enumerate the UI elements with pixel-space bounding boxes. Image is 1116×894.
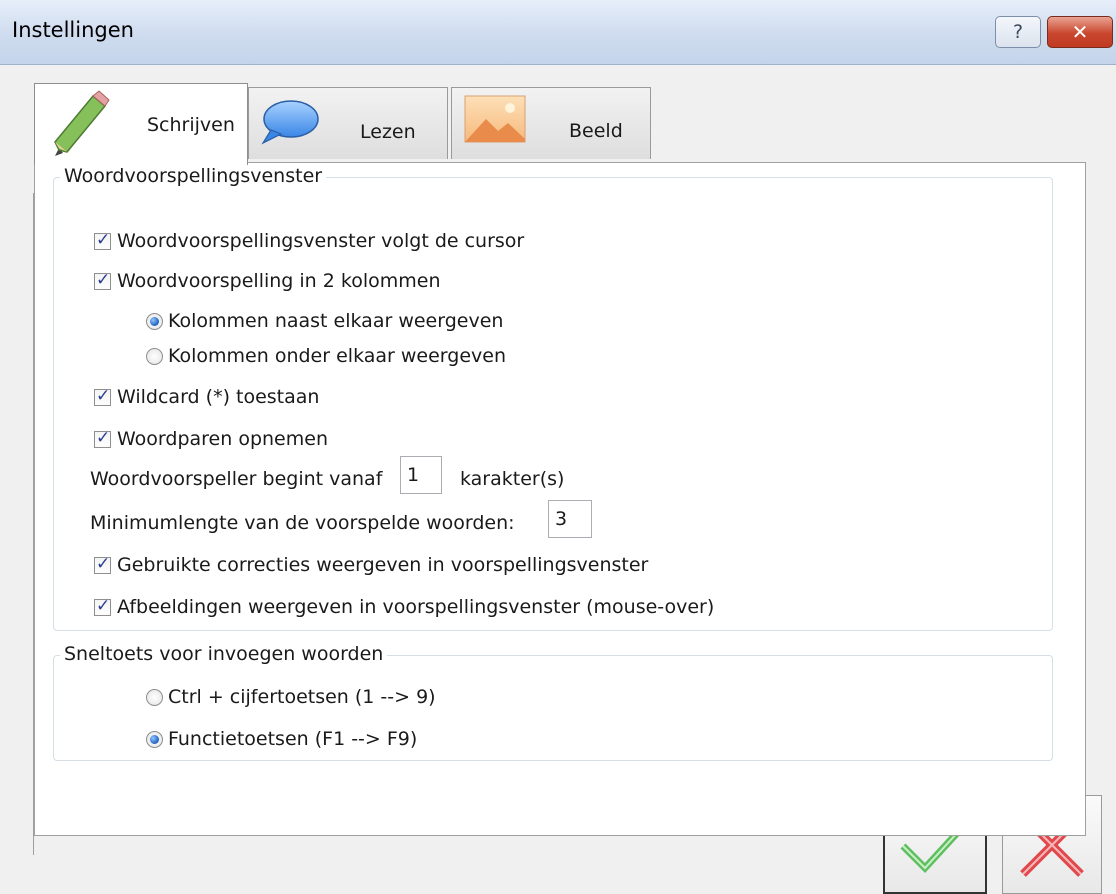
help-button[interactable]: ?: [995, 16, 1041, 48]
checkmark-icon: ✓: [96, 427, 111, 448]
corrections-checkbox[interactable]: ✓ Gebruikte correcties weergeven in voor…: [94, 554, 648, 576]
wildcard-label: Wildcard (*) toestaan: [117, 386, 320, 408]
checkbox-box: ✓: [94, 269, 111, 290]
corrections-label: Gebruikte correcties weergeven in voorsp…: [117, 554, 649, 576]
close-button[interactable]: ✕: [1047, 16, 1113, 48]
images-label: Afbeeldingen weergeven in voorspellingsv…: [117, 596, 715, 618]
checkbox-box: ✓: [94, 229, 111, 250]
radio-unselected-icon: [146, 347, 163, 365]
columns-side-label: Kolommen naast elkaar weergeven: [168, 310, 504, 332]
two-columns-checkbox[interactable]: ✓ Woordvoorspelling in 2 kolommen: [94, 270, 440, 292]
checkbox-box: ✓: [94, 553, 111, 574]
checkmark-icon: ✓: [96, 269, 111, 290]
columns-side-radio[interactable]: Kolommen naast elkaar weergeven: [146, 310, 503, 332]
prediction-window-group: Woordvoorspellingsvenster ✓ Woordvoorspe…: [53, 165, 1053, 631]
title-bar: Instellingen ? ✕: [0, 0, 1116, 65]
close-icon: ✕: [1071, 20, 1089, 44]
tab-panel: Woordvoorspellingsvenster ✓ Woordvoorspe…: [34, 162, 1086, 836]
start-from-input[interactable]: 1: [400, 456, 442, 494]
checkmark-icon: ✓: [96, 595, 111, 616]
start-from-label: Woordvoorspeller begint vanaf: [90, 468, 383, 490]
checkbox-box: ✓: [94, 385, 111, 406]
wildcard-checkbox[interactable]: ✓ Wildcard (*) toestaan: [94, 386, 319, 408]
word-pairs-label: Woordparen opnemen: [117, 428, 328, 450]
radio-selected-icon: [146, 312, 163, 330]
ctrl-digits-radio[interactable]: Ctrl + cijfertoetsen (1 --> 9): [146, 686, 436, 708]
function-keys-label: Functietoetsen (F1 --> F9): [168, 728, 418, 750]
follow-cursor-checkbox[interactable]: ✓ Woordvoorspellingsvenster volgt de cur…: [94, 230, 524, 252]
checkmark-icon: ✓: [96, 385, 111, 406]
checkmark-icon: ✓: [96, 553, 111, 574]
tab-beeld[interactable]: Beeld: [451, 87, 651, 159]
speech-bubble-icon: [261, 100, 319, 145]
hotkey-legend: Sneltoets voor invoegen woorden: [60, 643, 388, 665]
min-length-input[interactable]: 3: [548, 500, 592, 538]
prediction-window-legend: Woordvoorspellingsvenster: [60, 165, 327, 187]
checkmark-icon: ✓: [96, 229, 111, 250]
help-icon: ?: [1012, 21, 1024, 43]
dialog-body: Schrijven Lezen Beeld Woordvoorspellings…: [0, 65, 1116, 894]
pencil-icon: [54, 90, 110, 156]
columns-below-radio[interactable]: Kolommen onder elkaar weergeven: [146, 345, 506, 367]
window-title: Instellingen: [12, 18, 134, 42]
checkbox-box: ✓: [94, 427, 111, 448]
two-columns-label: Woordvoorspelling in 2 kolommen: [117, 270, 441, 292]
function-keys-radio[interactable]: Functietoetsen (F1 --> F9): [146, 728, 417, 750]
images-checkbox[interactable]: ✓ Afbeeldingen weergeven in voorspelling…: [94, 596, 714, 618]
start-from-suffix: karakter(s): [460, 468, 565, 490]
tab-beeld-label: Beeld: [569, 120, 623, 142]
checkbox-box: ✓: [94, 595, 111, 616]
image-icon: [464, 95, 526, 143]
tab-lezen[interactable]: Lezen: [248, 87, 448, 159]
follow-cursor-label: Woordvoorspellingsvenster volgt de curso…: [117, 230, 525, 252]
columns-below-label: Kolommen onder elkaar weergeven: [168, 345, 506, 367]
word-pairs-checkbox[interactable]: ✓ Woordparen opnemen: [94, 428, 328, 450]
tab-schrijven[interactable]: Schrijven: [34, 83, 248, 165]
tab-schrijven-label: Schrijven: [147, 114, 235, 136]
radio-selected-icon: [146, 730, 163, 748]
min-length-label: Minimumlengte van de voorspelde woorden:: [90, 512, 515, 534]
ctrl-digits-label: Ctrl + cijfertoetsen (1 --> 9): [168, 686, 436, 708]
radio-unselected-icon: [146, 688, 163, 706]
hotkey-group: Sneltoets voor invoegen woorden Ctrl + c…: [53, 643, 1053, 761]
tab-lezen-label: Lezen: [360, 121, 416, 143]
